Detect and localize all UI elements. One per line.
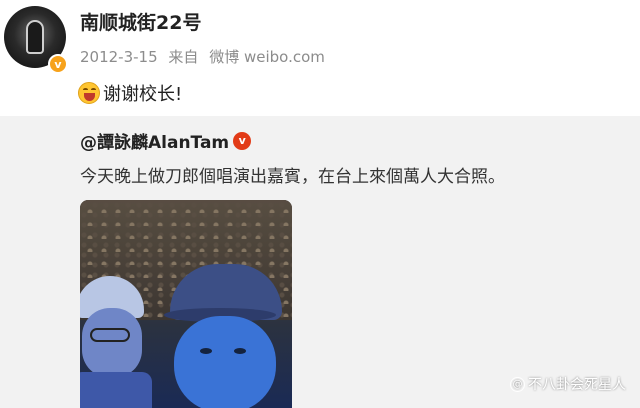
repost-author[interactable]: @譚詠麟AlanTam v xyxy=(80,128,252,153)
verified-badge-icon: v xyxy=(48,54,68,74)
person-left xyxy=(80,276,152,408)
author-name[interactable]: 南顺城街22号 xyxy=(80,8,201,35)
post-date: 2012-3-15 xyxy=(80,48,158,66)
repost-text: 今天晚上做刀郎個唱演出嘉賓，在台上來個萬人大合照。 xyxy=(80,167,505,187)
laughing-face-icon xyxy=(78,82,100,104)
avatar-figure xyxy=(26,20,44,54)
person-right xyxy=(164,264,288,408)
repost-card[interactable]: @譚詠麟AlanTam v 今天晚上做刀郎個唱演出嘉賓，在台上來個萬人大合照。 … xyxy=(0,116,640,408)
verified-red-badge-icon: v xyxy=(233,131,252,150)
post-content: 谢谢校长! xyxy=(78,80,182,106)
watermark: @ 不八卦会死星人 xyxy=(510,374,626,394)
repost-author-name[interactable]: @譚詠麟AlanTam xyxy=(80,128,229,153)
watermark-text: 不八卦会死星人 xyxy=(528,377,626,393)
post-text: 谢谢校长! xyxy=(103,84,183,105)
source-prefix: 来自 xyxy=(168,48,199,66)
source-link[interactable]: 微博 weibo.com xyxy=(209,48,325,66)
post-meta: 2012-3-15 来自 微博 weibo.com xyxy=(80,46,331,67)
at-sign-icon: @ xyxy=(510,376,525,392)
repost-photo[interactable] xyxy=(80,200,292,408)
